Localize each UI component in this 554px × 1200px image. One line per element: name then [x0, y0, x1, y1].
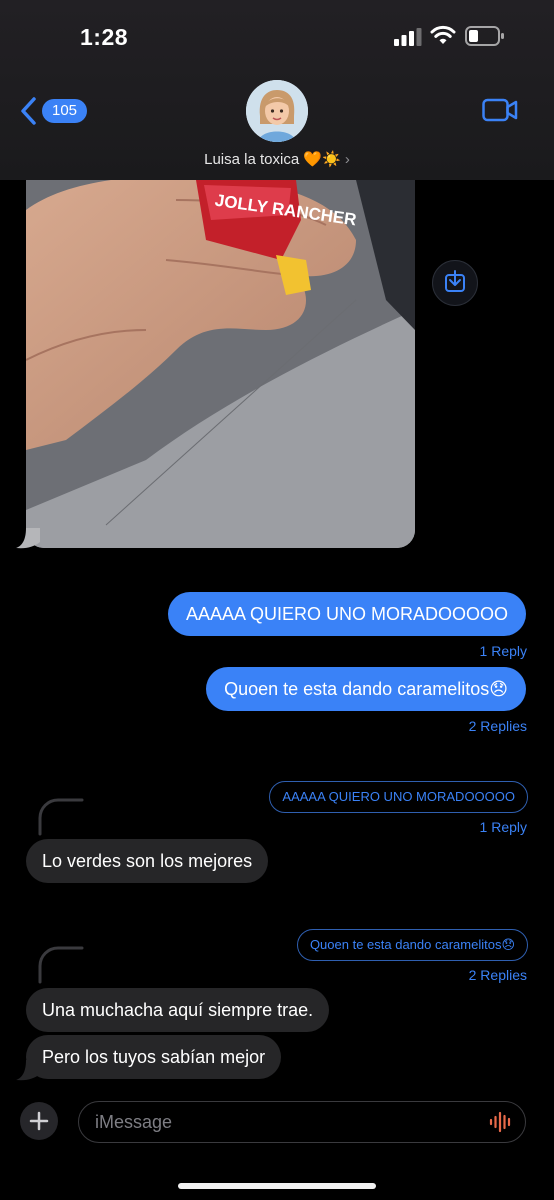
- contact-name: Luisa la toxica 🧡☀️: [204, 151, 341, 168]
- plus-icon: [29, 1111, 49, 1131]
- status-bar: 1:28: [0, 0, 554, 70]
- reply-count-link[interactable]: 1 Reply: [480, 819, 527, 835]
- contact-avatar[interactable]: [246, 80, 308, 142]
- home-indicator: [178, 1183, 376, 1189]
- audio-message-icon[interactable]: [489, 1111, 513, 1133]
- clock: 1:28: [80, 24, 129, 50]
- outgoing-message[interactable]: Quoen te esta dando caramelitos😞: [206, 667, 526, 711]
- reply-count-link[interactable]: 2 Replies: [469, 718, 527, 734]
- photo-message[interactable]: JOLLY RANCHER: [26, 180, 415, 548]
- bubble-tail-icon: [16, 528, 40, 549]
- back-button[interactable]: 105: [18, 96, 88, 126]
- chevron-left-icon: [21, 97, 36, 125]
- bubble-tail-icon: [16, 1060, 40, 1081]
- memoji-avatar-icon: [246, 80, 308, 142]
- incoming-message[interactable]: Lo verdes son los mejores: [26, 839, 269, 883]
- message-input[interactable]: [78, 1101, 526, 1143]
- reply-count-link[interactable]: 2 Replies: [469, 967, 527, 983]
- apps-button[interactable]: [20, 1102, 58, 1140]
- facetime-video-icon[interactable]: [482, 97, 518, 123]
- cellular-signal-icon: [394, 28, 422, 46]
- thread-connector: [38, 946, 84, 984]
- save-to-photos-icon: [445, 270, 465, 292]
- thread-connector: [38, 798, 84, 836]
- quoted-message-pill[interactable]: Quoen te esta dando caramelitos😞: [296, 929, 528, 961]
- chevron-right-icon: ›: [344, 151, 350, 168]
- reply-count-link[interactable]: 1 Reply: [480, 643, 527, 659]
- incoming-message[interactable]: Una muchacha aquí siempre trae.: [26, 988, 330, 1032]
- unread-count-badge: 105: [42, 99, 88, 123]
- quoted-message-pill[interactable]: AAAAA QUIERO UNO MORADOOOOO: [269, 781, 528, 813]
- battery-icon: [465, 26, 504, 46]
- incoming-message[interactable]: Pero los tuyos sabían mejor: [26, 1035, 282, 1079]
- wifi-icon: [430, 25, 456, 44]
- outgoing-message[interactable]: AAAAA QUIERO UNO MORADOOOOO: [167, 592, 526, 636]
- contact-name-row[interactable]: Luisa la toxica 🧡☀️ ›: [0, 150, 554, 168]
- save-photo-button[interactable]: [432, 260, 478, 306]
- candy-photo: JOLLY RANCHER: [26, 180, 415, 548]
